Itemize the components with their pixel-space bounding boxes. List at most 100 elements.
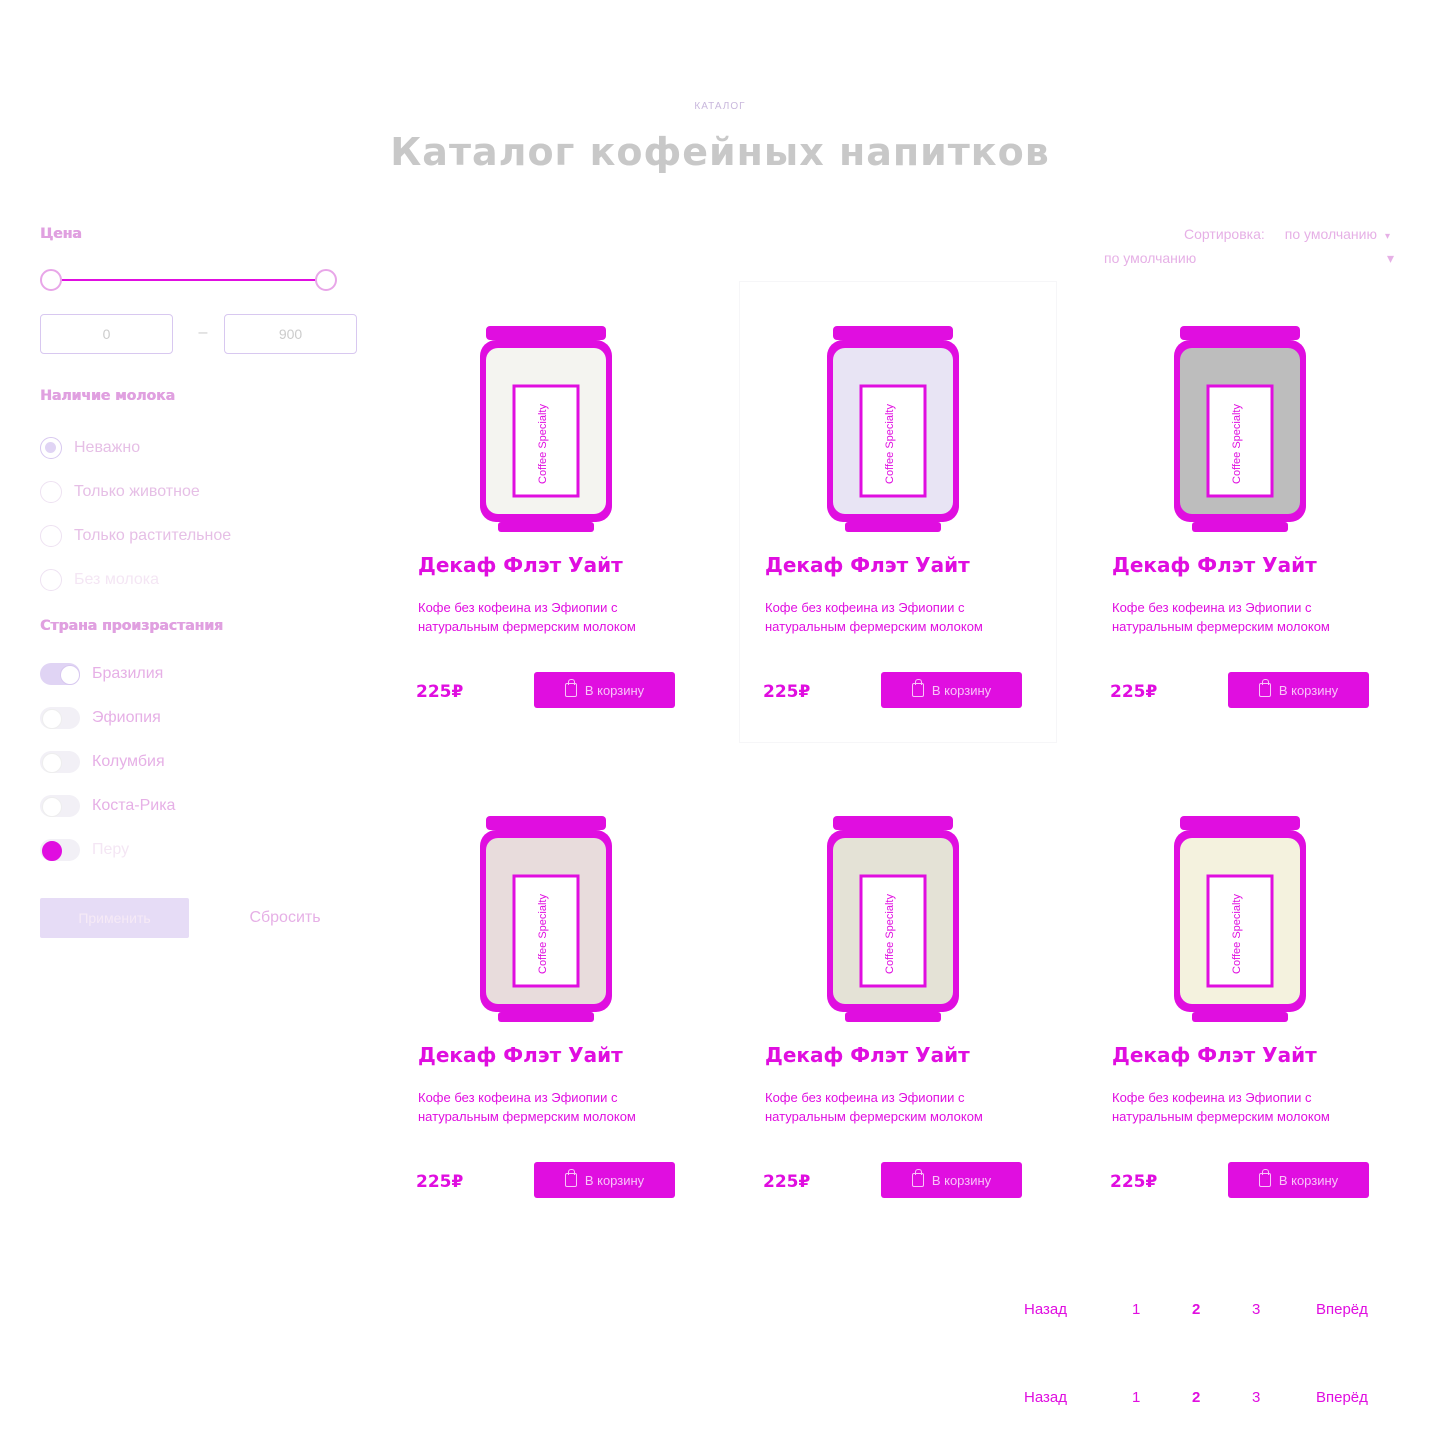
pagination-page-link[interactable]: 3 xyxy=(1252,1389,1260,1406)
radio-button[interactable] xyxy=(40,525,62,547)
product-name[interactable]: Декаф Флэт Уайт xyxy=(418,1045,623,1065)
pagination-page-link[interactable]: 1 xyxy=(1132,1389,1140,1406)
country-toggle[interactable] xyxy=(40,795,80,817)
coffee-can-image: Coffee Specialty xyxy=(1174,816,1306,1022)
pagination: Назад 1 2 3 Вперёд xyxy=(1000,1292,1400,1326)
product-price: 225₽ xyxy=(763,682,811,702)
price-filter-title: Цена xyxy=(40,226,82,242)
milk-filter-title: Наличие молока xyxy=(40,388,175,404)
country-option-label: Бразилия xyxy=(92,665,164,682)
add-to-cart-label: В корзину xyxy=(931,682,992,698)
milk-option-label: Только животное xyxy=(74,483,200,500)
milk-option[interactable]: Неважно xyxy=(40,426,231,470)
country-option[interactable]: Эфиопия xyxy=(40,696,175,740)
add-to-cart-button[interactable]: В корзину xyxy=(1228,1162,1369,1198)
country-option[interactable]: Коста-Рика xyxy=(40,784,175,828)
pagination-next-link[interactable]: Вперёд xyxy=(1316,1301,1368,1318)
product-price: 225₽ xyxy=(416,682,464,702)
product-card[interactable]: Coffee Specialty Декаф Флэт Уайт Кофе без … xyxy=(393,772,709,1232)
country-toggle[interactable] xyxy=(40,839,80,861)
product-card[interactable]: Coffee Specialty Декаф Флэт Уайт Кофе без … xyxy=(740,282,1056,742)
chevron-down-icon: ▾ xyxy=(1386,250,1394,266)
slider-min-handle[interactable] xyxy=(40,269,62,291)
sort-select-value: по умолчанию xyxy=(1104,250,1197,266)
add-to-cart-button[interactable]: В корзину xyxy=(881,672,1022,708)
add-to-cart-label: В корзину xyxy=(584,682,645,698)
milk-option[interactable]: Без молока xyxy=(40,558,231,602)
range-separator: – xyxy=(198,324,208,341)
country-option[interactable]: Бразилия xyxy=(40,652,175,696)
coffee-can-image: Coffee Specialty xyxy=(480,326,612,532)
country-option[interactable]: Колумбия xyxy=(40,740,175,784)
milk-option-label: Только растительное xyxy=(74,527,232,544)
pagination-prev-link[interactable]: Назад xyxy=(1024,1389,1067,1406)
product-card[interactable]: Coffee Specialty Декаф Флэт Уайт Кофе без … xyxy=(740,772,1056,1232)
add-to-cart-button[interactable]: В корзину xyxy=(1228,672,1369,708)
page-title: Каталог кофейных напитков xyxy=(390,130,1050,174)
add-to-cart-label: В корзину xyxy=(1278,1172,1339,1188)
country-toggle[interactable] xyxy=(40,751,80,773)
price-from-input[interactable] xyxy=(40,314,173,354)
product-card[interactable]: Coffee Specialty Декаф Флэт Уайт Кофе без … xyxy=(393,282,709,742)
country-option[interactable]: Перу xyxy=(40,828,175,872)
pagination-page-link[interactable]: 2 xyxy=(1192,1389,1200,1406)
add-to-cart-button[interactable]: В корзину xyxy=(881,1162,1022,1198)
coffee-can-image: Coffee Specialty xyxy=(480,816,612,1022)
product-card[interactable]: Coffee Specialty Декаф Флэт Уайт Кофе без … xyxy=(1087,772,1403,1232)
product-card[interactable]: Coffee Specialty Декаф Флэт Уайт Кофе без … xyxy=(1087,282,1403,742)
radio-button[interactable] xyxy=(40,569,62,591)
bag-icon xyxy=(1258,1169,1271,1187)
radio-button[interactable] xyxy=(40,437,62,459)
pagination-page-link[interactable]: 3 xyxy=(1252,1301,1260,1318)
radio-button[interactable] xyxy=(40,481,62,503)
price-range-slider[interactable] xyxy=(40,268,360,292)
product-name[interactable]: Декаф Флэт Уайт xyxy=(765,1045,970,1065)
product-price: 225₽ xyxy=(763,1172,811,1192)
product-price: 225₽ xyxy=(416,1172,464,1192)
bag-icon xyxy=(564,1169,577,1187)
slider-max-handle[interactable] xyxy=(315,269,337,291)
bag-icon xyxy=(911,679,924,697)
bag-icon xyxy=(564,679,577,697)
sort-value[interactable]: по умолчанию ▾ xyxy=(1285,226,1390,242)
add-to-cart-button[interactable]: В корзину xyxy=(534,1162,675,1198)
can-label: Coffee Specialty xyxy=(537,404,549,484)
milk-option[interactable]: Только животное xyxy=(40,470,231,514)
apply-filters-button[interactable]: Применить xyxy=(40,898,189,938)
add-to-cart-label: В корзину xyxy=(931,1172,992,1188)
sort-label: Сортировка: xyxy=(1184,226,1265,242)
country-toggle[interactable] xyxy=(40,707,80,729)
pagination-page-link[interactable]: 1 xyxy=(1132,1301,1140,1318)
country-toggle[interactable] xyxy=(40,663,80,685)
add-to-cart-label: В корзину xyxy=(1278,682,1339,698)
country-option-label: Эфиопия xyxy=(92,709,161,726)
can-label: Coffee Specialty xyxy=(884,894,896,974)
product-name[interactable]: Декаф Флэт Уайт xyxy=(765,555,970,575)
product-name[interactable]: Декаф Флэт Уайт xyxy=(418,555,623,575)
product-price: 225₽ xyxy=(1110,1172,1158,1192)
price-to-input[interactable] xyxy=(224,314,357,354)
country-option-label: Коста-Рика xyxy=(92,797,176,814)
pagination-prev-link[interactable]: Назад xyxy=(1024,1301,1067,1318)
sort-select[interactable]: по умолчанию ▾ xyxy=(1104,250,1394,267)
country-filter-title: Страна произрастания xyxy=(40,618,223,634)
sort-control[interactable]: Сортировка: по умолчанию ▾ xyxy=(1184,226,1390,242)
can-label: Coffee Specialty xyxy=(1231,404,1243,484)
can-label: Coffee Specialty xyxy=(1231,894,1243,974)
product-name[interactable]: Декаф Флэт Уайт xyxy=(1112,1045,1317,1065)
product-name[interactable]: Декаф Флэт Уайт xyxy=(1112,555,1317,575)
product-description: Кофе без кофеина из Эфиопии с натуральны… xyxy=(418,1090,636,1124)
bag-icon xyxy=(911,1169,924,1187)
reset-filters-button[interactable]: Сбросить xyxy=(230,898,340,938)
add-to-cart-button[interactable]: В корзину xyxy=(534,672,675,708)
milk-options: Неважно Только животное Только раститель… xyxy=(40,426,231,602)
milk-option[interactable]: Только растительное xyxy=(40,514,231,558)
bag-icon xyxy=(1258,679,1271,697)
pagination-next-link[interactable]: Вперёд xyxy=(1316,1389,1368,1406)
price-range-inputs: – xyxy=(40,314,360,354)
product-description: Кофе без кофеина из Эфиопии с натуральны… xyxy=(765,600,983,634)
product-description: Кофе без кофеина из Эфиопии с натуральны… xyxy=(1112,1090,1330,1124)
milk-option-label: Без молока xyxy=(74,571,160,588)
pagination-page-link[interactable]: 2 xyxy=(1192,1301,1200,1318)
country-option-label: Перу xyxy=(92,841,130,858)
